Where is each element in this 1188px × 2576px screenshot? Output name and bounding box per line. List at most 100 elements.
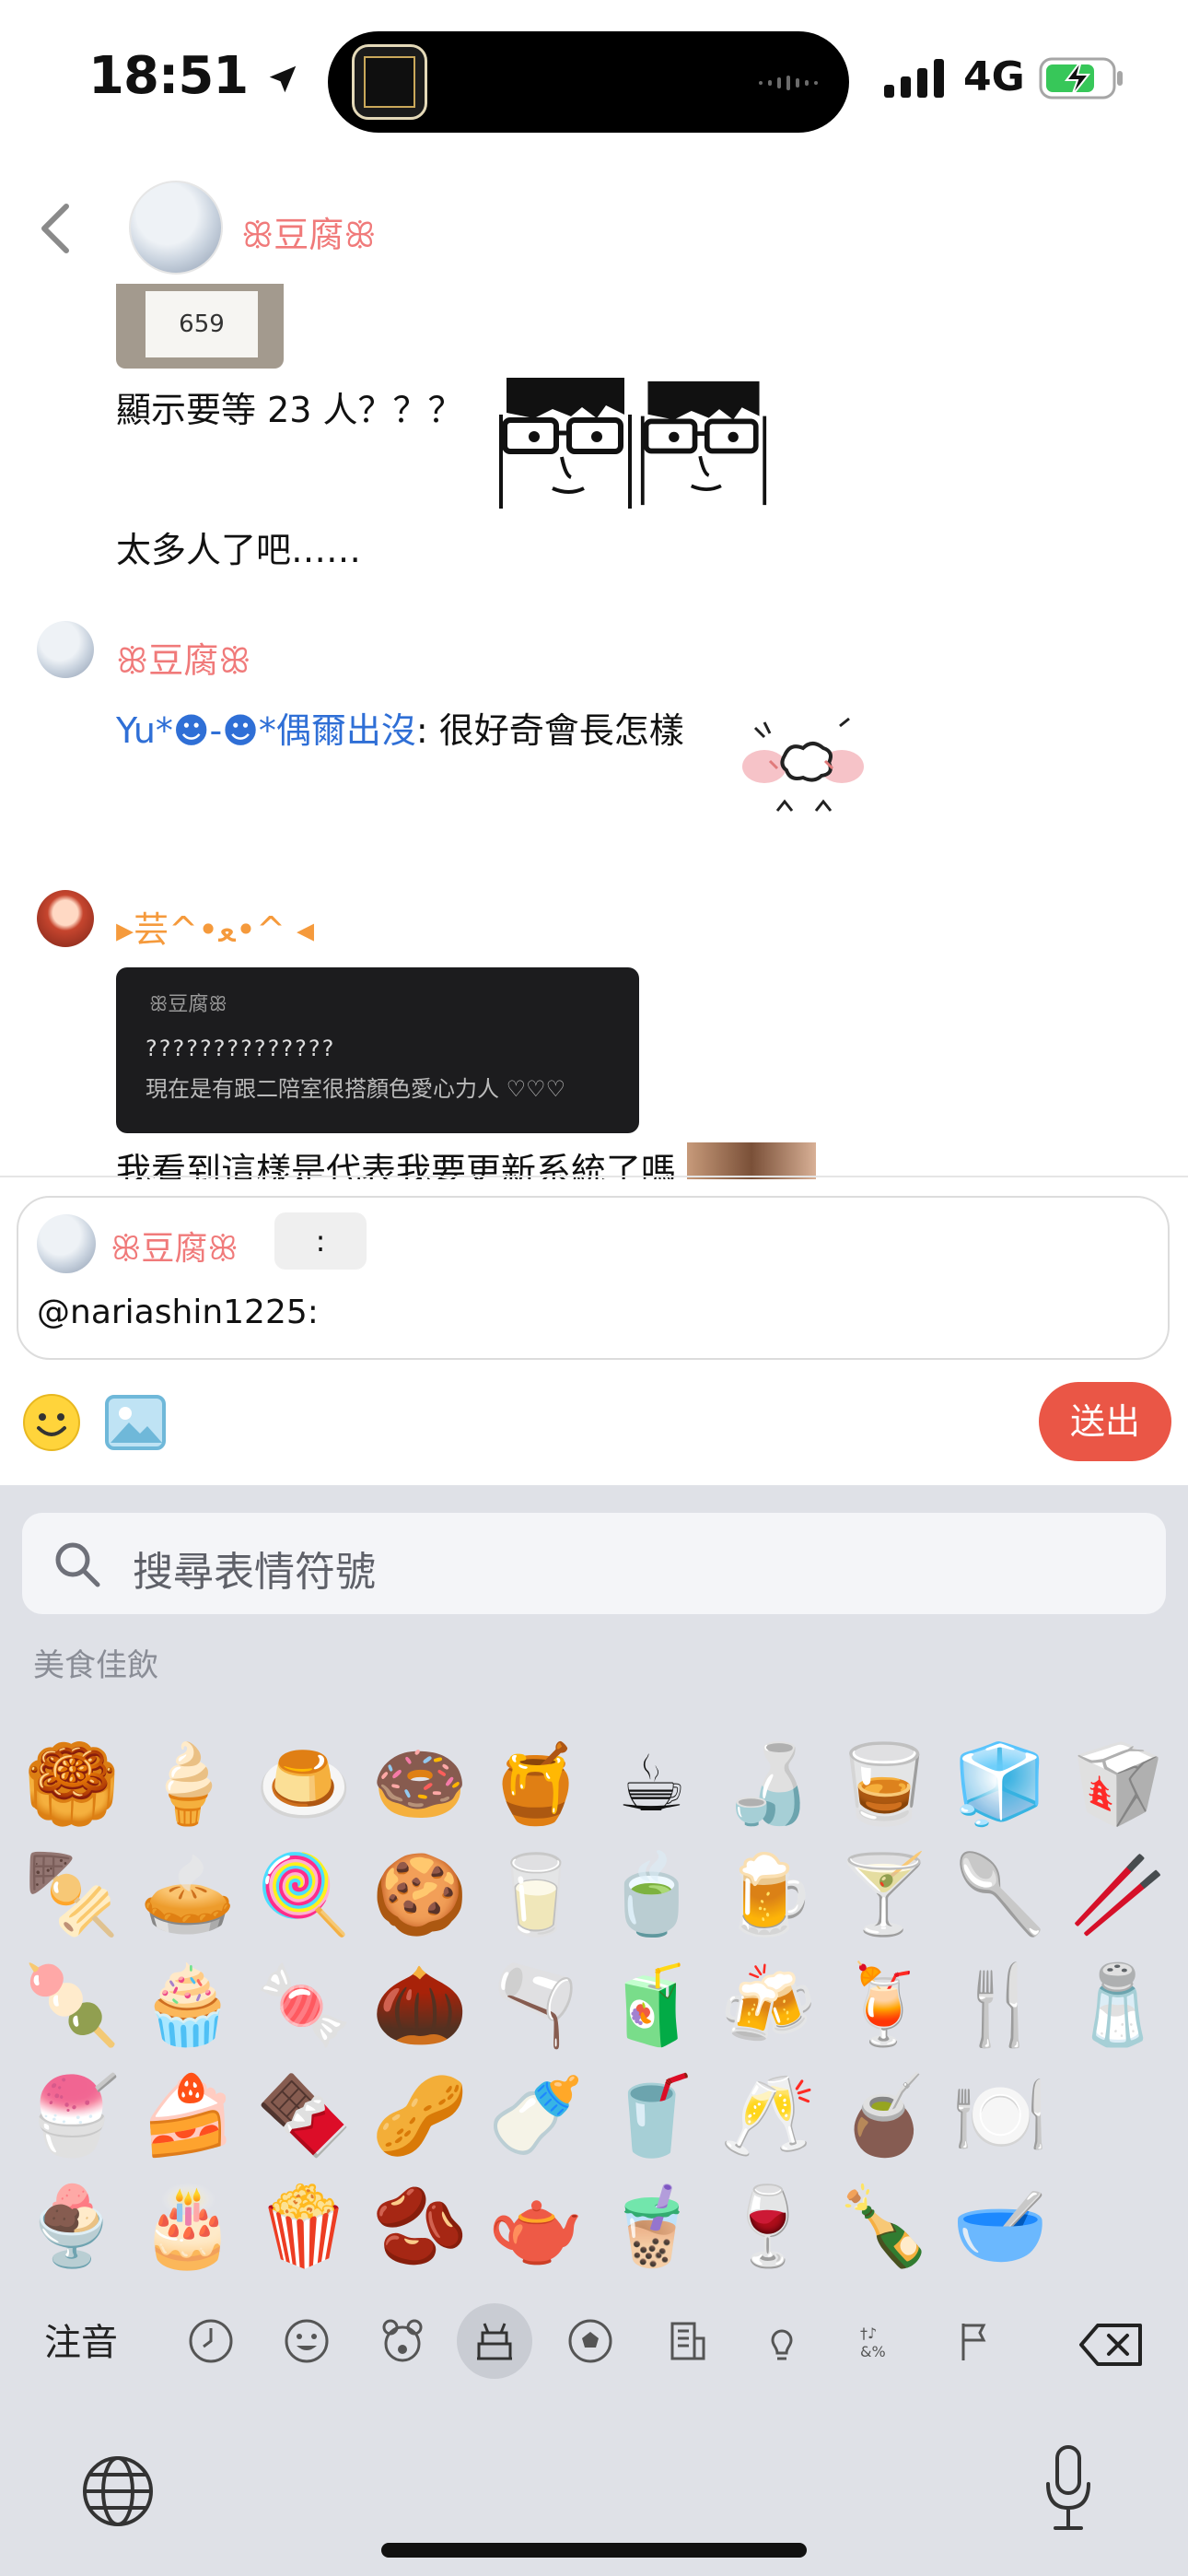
- send-button[interactable]: 送出: [1039, 1382, 1171, 1461]
- emoji-key[interactable]: 🧉: [834, 2066, 934, 2165]
- status-bar: 18:51 4G: [0, 0, 1188, 147]
- emoji-key[interactable]: 🍪: [370, 1844, 470, 1944]
- glasses-face-sticker[interactable]: [639, 378, 768, 509]
- emoji-key[interactable]: 🧃: [602, 1955, 702, 2055]
- emoji-key[interactable]: 🍰: [138, 2066, 238, 2165]
- emoji-key[interactable]: 🍬: [254, 1955, 354, 2055]
- emoji-key[interactable]: 🍿: [254, 2176, 354, 2276]
- reply-username: ꕥ豆腐ꕥ: [111, 1230, 239, 1268]
- message-text: 太多人了吧……: [116, 530, 362, 570]
- message-input[interactable]: @nariashin1225:: [37, 1294, 319, 1331]
- emoji-key[interactable]: 🍸: [834, 1844, 934, 1944]
- emoji-key[interactable]: 🍧: [22, 2066, 122, 2165]
- emoji-key[interactable]: 🫘: [370, 2176, 470, 2276]
- svg-text:&%: &%: [860, 2343, 886, 2360]
- message-username[interactable]: ꕥ豆腐ꕥ: [116, 632, 251, 683]
- emoji-key[interactable]: 🥢: [1068, 1844, 1168, 1944]
- emoji-picker-button[interactable]: [22, 1393, 81, 1452]
- bear-icon[interactable]: [365, 2303, 440, 2379]
- microphone-icon[interactable]: [1041, 2443, 1096, 2532]
- emoji-key[interactable]: 🧊: [950, 1734, 1050, 1833]
- emoji-key[interactable]: 🥡: [1068, 1734, 1168, 1833]
- message-text: 我看到這樣是代表我要更新系統了嗎: [116, 1142, 1037, 1179]
- symbols-icon[interactable]: †♪&%: [840, 2303, 915, 2379]
- message-username[interactable]: ▸芸^•ﻌ•^ ◂: [116, 901, 314, 952]
- emoji-key[interactable]: 🧋: [602, 2176, 702, 2276]
- user-avatar[interactable]: [37, 621, 94, 678]
- emoji-key[interactable]: 🍶: [718, 1734, 818, 1833]
- home-indicator[interactable]: [381, 2543, 807, 2558]
- emoji-key[interactable]: 🫗: [486, 1955, 586, 2055]
- svg-text:†♪: †♪: [860, 2324, 877, 2342]
- emoji-key[interactable]: 🥣: [950, 2176, 1050, 2276]
- zhuyin-keyboard-button[interactable]: 注音: [44, 2313, 118, 2366]
- food-icon[interactable]: [457, 2303, 532, 2379]
- user-avatar[interactable]: [37, 890, 94, 947]
- emoji-search-field[interactable]: 搜尋表情符號: [22, 1513, 1166, 1614]
- header-username[interactable]: ꕥ豆腐ꕥ: [241, 206, 377, 257]
- back-button[interactable]: [37, 201, 74, 256]
- bulb-icon[interactable]: [744, 2303, 820, 2379]
- blush-cloud-sticker[interactable]: [737, 700, 869, 825]
- image-picker-button[interactable]: [105, 1395, 166, 1450]
- emoji-key[interactable]: 🍷: [718, 2176, 818, 2276]
- ball-icon[interactable]: [553, 2303, 628, 2379]
- globe-icon[interactable]: [79, 2453, 157, 2530]
- emoji-key[interactable]: 🍦: [138, 1734, 238, 1833]
- divider: [0, 1176, 1188, 1177]
- message-text: 顯示要等 23 人？？？: [116, 390, 463, 430]
- emoji-key[interactable]: 🍭: [254, 1844, 354, 1944]
- emoji-key[interactable]: 🍼: [486, 2066, 586, 2165]
- emoji-key[interactable]: 🍽️: [950, 2066, 1050, 2165]
- composer[interactable]: ꕥ豆腐ꕥ : @nariashin1225:: [17, 1196, 1170, 1360]
- ticket-photo[interactable]: 659: [116, 284, 284, 369]
- glasses-face-sticker[interactable]: [497, 378, 634, 509]
- emoji-key[interactable]: 🥃: [834, 1734, 934, 1833]
- emoji-key[interactable]: 🍻: [718, 1955, 818, 2055]
- reply-pill[interactable]: :: [274, 1212, 367, 1270]
- emoji-key[interactable]: 🍵: [602, 1844, 702, 1944]
- emoji-key[interactable]: 🍫: [254, 2066, 354, 2165]
- emoji-key[interactable]: 🧁: [138, 1955, 238, 2055]
- emoji-key[interactable]: 🥧: [138, 1844, 238, 1944]
- emoji-key[interactable]: 🍢: [22, 1844, 122, 1944]
- emoji-key[interactable]: 🍹: [834, 1955, 934, 2055]
- emoji-key[interactable]: 🌰: [370, 1955, 470, 2055]
- emoji-key[interactable]: 🎂: [138, 2176, 238, 2276]
- emoji-key[interactable]: 🍯: [486, 1734, 586, 1833]
- screenshot-username: ꕥ豆腐ꕥ: [149, 993, 227, 1016]
- emoji-key[interactable]: 🥂: [718, 2066, 818, 2165]
- emoji-key[interactable]: 🍺: [718, 1844, 818, 1944]
- dynamic-island[interactable]: [328, 31, 849, 133]
- emoji-key[interactable]: 🍨: [22, 2176, 122, 2276]
- emoji-key[interactable]: 🥤: [602, 2066, 702, 2165]
- backspace-button[interactable]: [1079, 2322, 1144, 2368]
- search-icon: [55, 1542, 100, 1587]
- smiley-icon[interactable]: [269, 2303, 344, 2379]
- emoji-key[interactable]: 🍩: [370, 1734, 470, 1833]
- emoji-keyboard: 搜尋表情符號 美食佳飲 🥮 🍦 🍮 🍩 🍯 ☕ 🍶 🥃 🧊 🥡 🍢 🥧 🍭 🍪 🥛 🍵 🍺 🍸 🥄 🥢 🍡 🧁 🍬 🌰 🫗 🧃 🍻 🍹…: [0, 1485, 1188, 2576]
- emoji-key[interactable]: 🍾: [834, 2176, 934, 2276]
- emoji-key[interactable]: 🍡: [22, 1955, 122, 2055]
- emoji-key[interactable]: ☕: [602, 1734, 702, 1833]
- network-type: 4G: [963, 53, 1025, 100]
- emoji-key[interactable]: 🫖: [486, 2176, 586, 2276]
- header-avatar[interactable]: [129, 181, 223, 275]
- emoji-key[interactable]: 🥮: [22, 1734, 122, 1833]
- mention-link[interactable]: Yu*☻-☻*偶爾出沒: [116, 710, 416, 751]
- emoji-key[interactable]: 🥄: [950, 1844, 1050, 1944]
- flag-icon[interactable]: [936, 2303, 1011, 2379]
- emoji-key[interactable]: 🧂: [1068, 1955, 1168, 2055]
- clock-icon[interactable]: [173, 2303, 249, 2379]
- location-arrow-icon: [269, 65, 297, 93]
- emoji-key[interactable]: 🥜: [370, 2066, 470, 2165]
- emoji-key[interactable]: 🥛: [486, 1844, 586, 1944]
- screenshot-text: 現在是有跟二陪室很搭顏色愛心力人 ♡♡♡: [146, 1076, 566, 1102]
- emoji-category-bar: 注音 †♪ &%: [0, 2285, 1188, 2395]
- shared-screenshot[interactable]: ꕥ豆腐ꕥ ?????????????? 現在是有跟二陪室很搭顏色愛心力人 ♡♡♡: [116, 967, 639, 1133]
- building-icon[interactable]: [648, 2303, 724, 2379]
- emoji-key[interactable]: 🍴: [950, 1955, 1050, 2055]
- photo-sticker[interactable]: [687, 1142, 817, 1179]
- emoji-key[interactable]: 🍮: [254, 1734, 354, 1833]
- message-text: Yu*☻-☻*偶爾出沒: 很好奇會長怎樣: [116, 710, 684, 751]
